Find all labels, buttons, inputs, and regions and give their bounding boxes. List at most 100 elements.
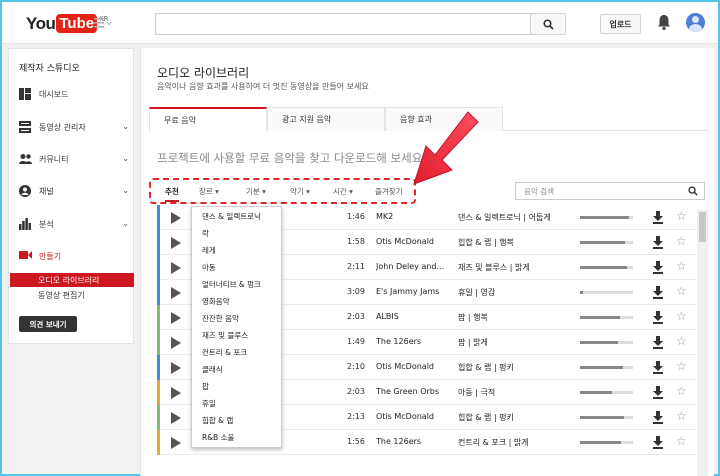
analytics-icon <box>19 218 31 230</box>
chevron-down-icon[interactable]: ⌄ <box>122 219 129 228</box>
genre-option[interactable]: 레게 <box>202 245 216 256</box>
favorite-star-icon[interactable]: ☆ <box>676 334 687 348</box>
play-icon[interactable] <box>171 387 181 399</box>
track-artist[interactable]: E's Jammy Jams <box>376 287 448 296</box>
play-icon[interactable] <box>171 287 181 299</box>
genre-option[interactable]: 잔잔한 음악 <box>202 313 239 324</box>
track-genre: 팝 | 밝게 <box>458 338 488 347</box>
play-icon[interactable] <box>171 212 181 224</box>
play-icon[interactable] <box>171 262 181 274</box>
search-input[interactable] <box>155 13 531 35</box>
promo-text: 프로젝트에 사용할 무료 음악을 찾고 다운로드해 보세요. <box>157 151 426 165</box>
popularity-bar <box>580 441 633 444</box>
popularity-bar <box>580 341 633 344</box>
download-icon[interactable] <box>652 286 664 299</box>
popularity-bar <box>580 366 633 369</box>
chevron-down-icon[interactable]: ⌄ <box>122 122 129 131</box>
download-icon[interactable] <box>652 211 664 224</box>
sidebar-item-label: 분석 <box>39 219 54 229</box>
favorite-star-icon[interactable]: ☆ <box>676 384 687 398</box>
scrollbar-thumb[interactable] <box>699 212 706 242</box>
track-artist[interactable]: The Green Orbs <box>376 387 448 396</box>
download-icon[interactable] <box>652 311 664 324</box>
favorite-star-icon[interactable]: ☆ <box>676 259 687 273</box>
favorite-star-icon[interactable]: ☆ <box>676 359 687 373</box>
sidebar-item-analytics[interactable]: 분석 ⌄ <box>19 216 133 232</box>
play-icon[interactable] <box>171 337 181 349</box>
chevron-down-icon[interactable]: ⌄ <box>122 154 129 163</box>
track-genre: 컨트리 & 포크 | 밝게 <box>458 438 529 447</box>
favorite-star-icon[interactable]: ☆ <box>676 209 687 223</box>
send-feedback-button[interactable]: 의견 보내기 <box>19 316 77 332</box>
favorite-star-icon[interactable]: ☆ <box>676 309 687 323</box>
download-icon[interactable] <box>652 411 664 424</box>
music-search-input[interactable]: 음악 검색 <box>515 182 705 200</box>
play-icon[interactable] <box>171 312 181 324</box>
genre-option[interactable]: 클래식 <box>202 364 223 375</box>
scrollbar[interactable] <box>697 210 708 476</box>
channel-icon <box>19 185 31 197</box>
play-icon[interactable] <box>171 437 181 449</box>
video-manager-icon <box>19 121 31 133</box>
download-icon[interactable] <box>652 261 664 274</box>
sidebar-item-label: 동영상 관리자 <box>39 122 86 132</box>
popularity-bar <box>580 391 633 394</box>
chevron-down-icon[interactable]: ⌄ <box>122 186 129 195</box>
search-button[interactable] <box>530 13 566 35</box>
favorite-star-icon[interactable]: ☆ <box>676 434 687 448</box>
download-icon[interactable] <box>652 436 664 449</box>
track-genre: 힙합 & 랩 | 행복 <box>458 238 514 247</box>
download-icon[interactable] <box>652 236 664 249</box>
genre-color-bar <box>157 305 160 330</box>
account-avatar[interactable] <box>686 13 705 32</box>
sidebar-item-create[interactable]: 만들기 <box>19 248 133 264</box>
notification-bell-icon[interactable] <box>656 13 672 31</box>
genre-option[interactable]: 힙합 & 랩 <box>202 415 233 426</box>
download-icon[interactable] <box>652 361 664 374</box>
genre-option[interactable]: 아동 <box>202 262 216 273</box>
popularity-bar <box>580 216 633 219</box>
sidebar-item-video-manager[interactable]: 동영상 관리자 ⌄ <box>19 119 133 135</box>
track-artist[interactable]: The 126ers <box>376 437 448 446</box>
play-icon[interactable] <box>171 412 181 424</box>
popularity-bar <box>580 316 633 319</box>
popularity-bar <box>580 266 633 269</box>
sidebar-item-label: 커뮤니티 <box>39 154 69 164</box>
search-icon[interactable] <box>688 186 698 198</box>
favorite-star-icon[interactable]: ☆ <box>676 409 687 423</box>
guide-menu-icon[interactable] <box>94 18 114 30</box>
genre-option[interactable]: 컨트리 & 포크 <box>202 347 247 358</box>
upload-button[interactable]: 업로드 <box>600 14 641 34</box>
track-artist[interactable]: John Deley and... <box>376 262 448 271</box>
music-search-placeholder: 음악 검색 <box>524 186 554 196</box>
download-icon[interactable] <box>652 386 664 399</box>
genre-option[interactable]: 댄스 & 일렉트로닉 <box>202 211 261 222</box>
tab-free-music[interactable]: 무료 음악 <box>149 107 267 132</box>
play-icon[interactable] <box>171 237 181 249</box>
logo-tube-text: Tube <box>56 14 98 33</box>
download-icon[interactable] <box>652 336 664 349</box>
genre-option[interactable]: R&B 소울 <box>202 432 234 443</box>
tab-ad-supported-music[interactable]: 광고 지원 음악 <box>267 107 385 131</box>
track-artist[interactable]: Otis McDonald <box>376 362 448 371</box>
track-artist[interactable]: ALBIS <box>376 312 448 321</box>
sidebar-item-community[interactable]: 커뮤니티 ⌄ <box>19 151 133 167</box>
sidebar-subitem-audio-library[interactable]: 오디오 라이브러리 <box>10 273 134 287</box>
sidebar-subitem-video-editor[interactable]: 동영상 편집기 <box>10 288 134 302</box>
genre-option[interactable]: 얼터너티브 & 펑크 <box>202 279 261 290</box>
track-artist[interactable]: Otis McDonald <box>376 237 448 246</box>
sidebar-item-channel[interactable]: 채널 ⌄ <box>19 183 133 199</box>
track-artist[interactable]: Otis McDonald <box>376 412 448 421</box>
genre-option[interactable]: 영화음악 <box>202 296 230 307</box>
genre-option[interactable]: 팝 <box>202 381 209 392</box>
track-artist[interactable]: The 126ers <box>376 337 448 346</box>
track-artist[interactable]: MK2 <box>376 212 448 221</box>
genre-option[interactable]: 락 <box>202 228 209 239</box>
sidebar-item-dashboard[interactable]: 대시보드 <box>19 86 133 102</box>
genre-option[interactable]: 재즈 및 블루스 <box>202 330 248 341</box>
genre-color-bar <box>157 330 160 355</box>
favorite-star-icon[interactable]: ☆ <box>676 234 687 248</box>
genre-option[interactable]: 휴일 <box>202 398 216 409</box>
favorite-star-icon[interactable]: ☆ <box>676 284 687 298</box>
play-icon[interactable] <box>171 362 181 374</box>
